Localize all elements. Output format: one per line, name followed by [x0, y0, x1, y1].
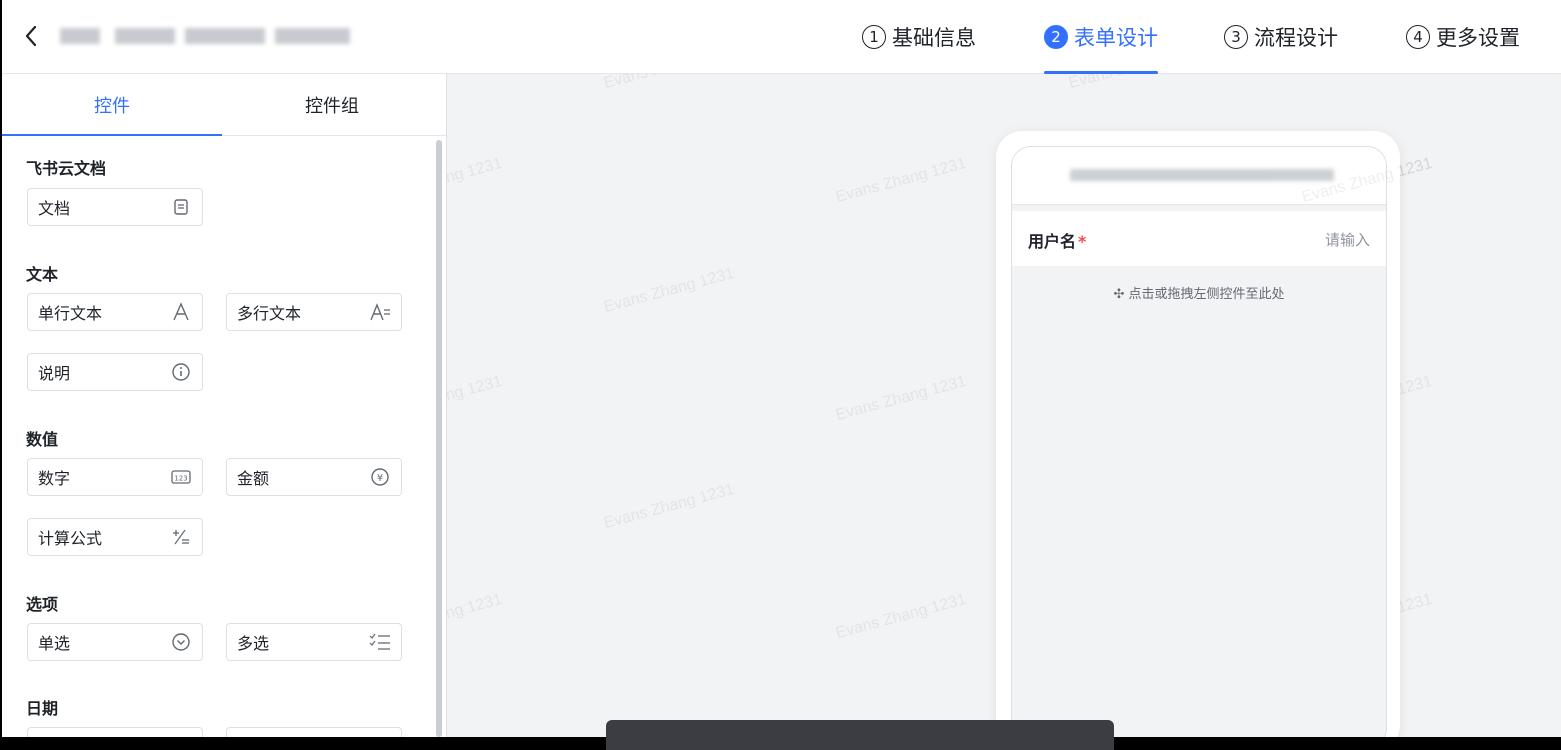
form-title-redacted: [1070, 169, 1334, 181]
step-label: 流程设计: [1254, 25, 1338, 50]
section-title-doc: 飞书云文档: [26, 159, 107, 178]
field-label: 用户名 *: [1028, 232, 1087, 251]
control-label: 文档: [38, 199, 71, 218]
step-basic-info[interactable]: 1 基础信息: [862, 0, 976, 73]
phone-screen: 用户名 * 请输入 ✣ 点击或拖拽左侧控件至此处: [1011, 146, 1387, 737]
form-header: [1012, 147, 1386, 205]
watermark: Evans Zhang 1231: [833, 154, 969, 207]
control-multi-line-text[interactable]: 多行文本: [226, 293, 402, 331]
control-label: 说明: [38, 364, 71, 383]
section-title-text: 文本: [26, 265, 59, 284]
section-title-number: 数值: [26, 430, 59, 449]
panel-tabs: 控件 控件组: [2, 74, 446, 136]
controls-panel: 控件 控件组 飞书云文档 文档 文本 单行文本 多行文本 说明 数值 数字 12…: [2, 74, 447, 737]
currency-icon: ¥: [369, 466, 391, 488]
control-amount[interactable]: 金额 ¥: [226, 458, 402, 496]
svg-text:¥: ¥: [377, 473, 383, 484]
text-a-icon: [170, 301, 192, 323]
form-field-username[interactable]: 用户名 * 请输入: [1012, 211, 1386, 266]
field-placeholder: 请输入: [1324, 231, 1370, 249]
section-title-option: 选项: [26, 595, 59, 614]
control-date-range[interactable]: [226, 727, 402, 737]
panel-scrollbar[interactable]: [436, 140, 442, 737]
control-single-choice[interactable]: 单选: [27, 623, 203, 661]
step-label: 基础信息: [892, 25, 976, 50]
info-icon: [170, 361, 192, 383]
formula-icon: [170, 526, 192, 548]
back-button[interactable]: [20, 22, 44, 50]
watermark: Evans Zhang 1231: [601, 264, 737, 317]
step-process-design[interactable]: 3 流程设计: [1224, 0, 1338, 73]
chevron-left-icon: [25, 25, 37, 47]
step-number: 2: [1044, 24, 1068, 49]
control-label: 多选: [237, 634, 270, 653]
required-mark: *: [1078, 232, 1087, 251]
control-formula[interactable]: 计算公式: [27, 518, 203, 556]
step-form-design[interactable]: 2 表单设计: [1044, 0, 1158, 74]
tab-control-groups[interactable]: 控件组: [222, 74, 442, 135]
drop-zone-hint[interactable]: ✣ 点击或拖拽左侧控件至此处: [1012, 283, 1386, 302]
control-label: 计算公式: [38, 529, 103, 548]
app-title-redacted: [60, 28, 350, 46]
control-label: 单行文本: [38, 304, 103, 323]
control-number[interactable]: 数字 123: [27, 458, 203, 496]
control-label: 数字: [38, 469, 71, 488]
tab-controls[interactable]: 控件: [2, 74, 222, 136]
control-date[interactable]: [27, 727, 203, 737]
top-header: 1 基础信息 2 表单设计 3 流程设计 4 更多设置: [2, 0, 1561, 74]
document-icon: [170, 196, 192, 218]
watermark: Evans Zhang 1231: [833, 372, 969, 425]
step-number: 1: [862, 24, 886, 49]
number-123-icon: 123: [170, 466, 192, 488]
control-label: 多行文本: [237, 304, 302, 323]
step-number: 4: [1406, 24, 1430, 49]
circle-chevron-down-icon: [170, 631, 192, 653]
svg-text:123: 123: [174, 475, 187, 483]
step-more-settings[interactable]: 4 更多设置: [1406, 0, 1520, 73]
checklist-icon: [369, 631, 391, 653]
watermark: Evans Zhang 1231: [601, 480, 737, 533]
control-doc[interactable]: 文档: [27, 188, 203, 226]
control-label: 金额: [237, 469, 270, 488]
control-description[interactable]: 说明: [27, 353, 203, 391]
text-lines-icon: [369, 301, 391, 323]
step-label: 表单设计: [1074, 25, 1158, 50]
watermark: Evans Zhang 1231: [833, 590, 969, 643]
bottom-toolbar: [606, 720, 1114, 750]
section-title-date: 日期: [26, 699, 59, 718]
step-number: 3: [1224, 24, 1248, 49]
control-single-line-text[interactable]: 单行文本: [27, 293, 203, 331]
app-window: Evans Zhang 1231 Evans Zhang 1231 Evans …: [2, 0, 1561, 737]
step-label: 更多设置: [1436, 25, 1520, 50]
control-label: 单选: [38, 634, 71, 653]
phone-preview: 用户名 * 请输入 ✣ 点击或拖拽左侧控件至此处: [996, 131, 1400, 737]
control-multi-choice[interactable]: 多选: [226, 623, 402, 661]
